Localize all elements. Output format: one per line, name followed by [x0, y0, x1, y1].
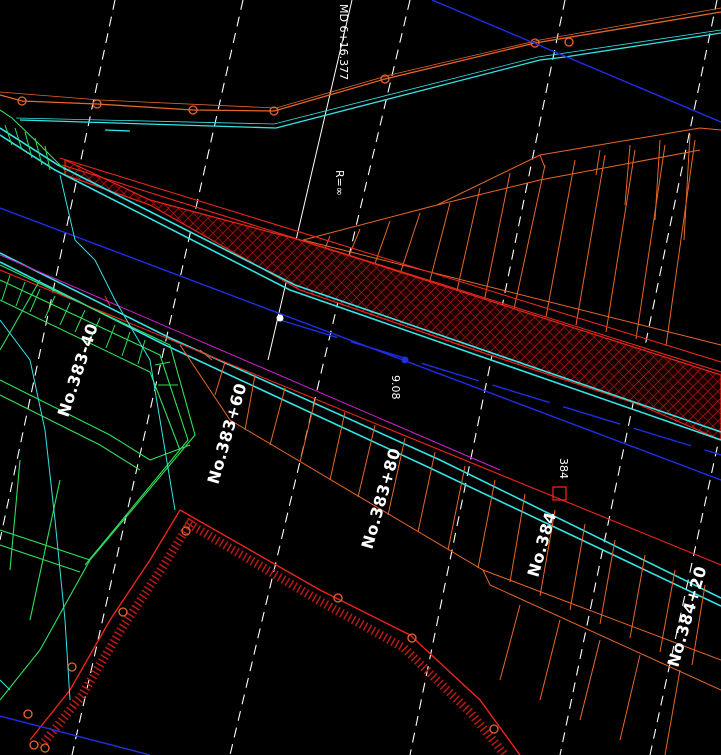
top-cyan-line — [15, 29, 721, 132]
top-orange-markers — [17, 37, 574, 116]
station-label-384: No.384 — [524, 510, 561, 580]
top-code-label: MD 6+16.377 — [337, 4, 350, 80]
station-marker-384 — [552, 486, 567, 501]
top-orange-road — [0, 7, 721, 112]
lower-orange-embankment — [179, 344, 721, 755]
alignment-point-white — [276, 314, 284, 322]
sta-tag-label: 384 — [557, 458, 570, 479]
top-blue-line — [431, 0, 721, 123]
cad-drawing-canvas[interactable]: No.383-40 No.383+60 No.383+80 No.384 No.… — [0, 0, 721, 755]
station-label-383-80: No.383+80 — [358, 446, 405, 551]
lower-orange-markers — [23, 526, 499, 753]
bottom-blue-line — [0, 715, 151, 755]
station-label-383-60: No.383+60 — [204, 381, 251, 486]
left-cyan-lines — [0, 174, 176, 701]
mid-tag-label: 9.08 — [389, 375, 402, 400]
lower-red-trench — [29, 509, 521, 755]
station-label-383-40: No.383-40 — [54, 321, 102, 419]
radius-label: R=∞ — [333, 170, 346, 196]
centerline-node — [401, 356, 409, 364]
